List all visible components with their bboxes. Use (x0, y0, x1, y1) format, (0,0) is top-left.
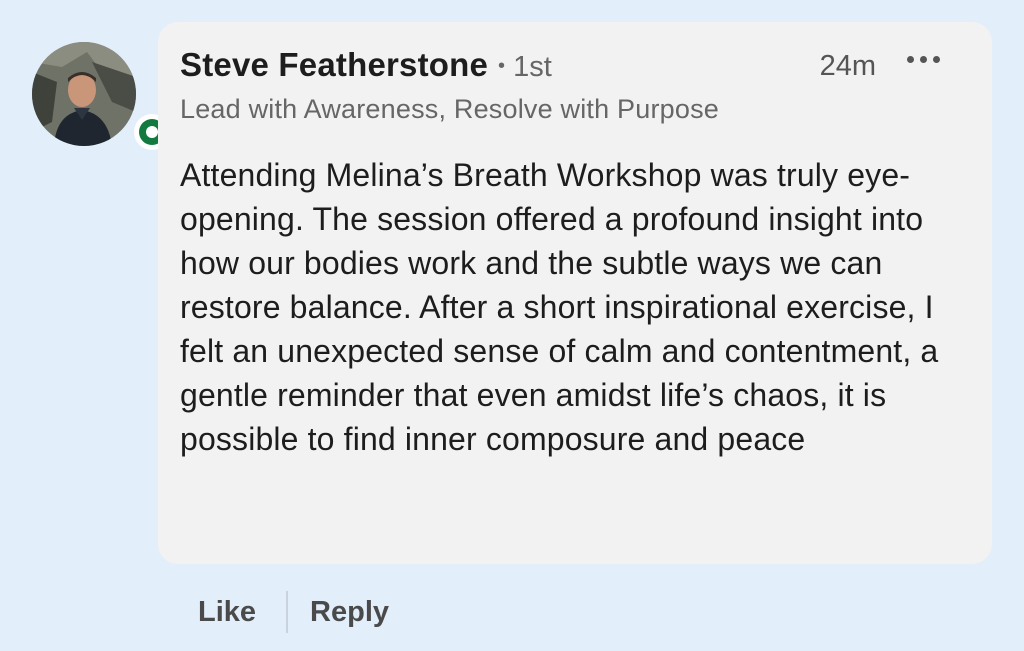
separator-dot: • (498, 55, 506, 77)
ellipsis-dot (920, 56, 927, 63)
author-avatar-container[interactable] (32, 42, 170, 150)
author-name[interactable]: Steve Featherstone (180, 46, 488, 83)
comment-bubble: Steve Featherstone • 1st 24m Lead with Awa… (158, 22, 992, 564)
comment-timestamp: 24m (819, 50, 876, 82)
reply-button[interactable]: Reply (310, 596, 389, 629)
profile-photo (32, 42, 136, 146)
connection-degree: 1st (513, 51, 552, 83)
like-button[interactable]: Like (198, 596, 256, 629)
ellipsis-dot (933, 56, 940, 63)
more-options-icon[interactable] (907, 56, 940, 63)
author-headline: Lead with Awareness, Resolve with Purpos… (180, 94, 719, 124)
comment-header: Steve Featherstone • 1st 24m (180, 46, 970, 92)
comment-text: Attending Melina’s Breath Workshop was t… (180, 157, 939, 457)
comment-actions: Like Reply (198, 590, 389, 634)
action-divider (286, 591, 289, 633)
avatar[interactable] (32, 42, 136, 146)
ellipsis-dot (907, 56, 914, 63)
